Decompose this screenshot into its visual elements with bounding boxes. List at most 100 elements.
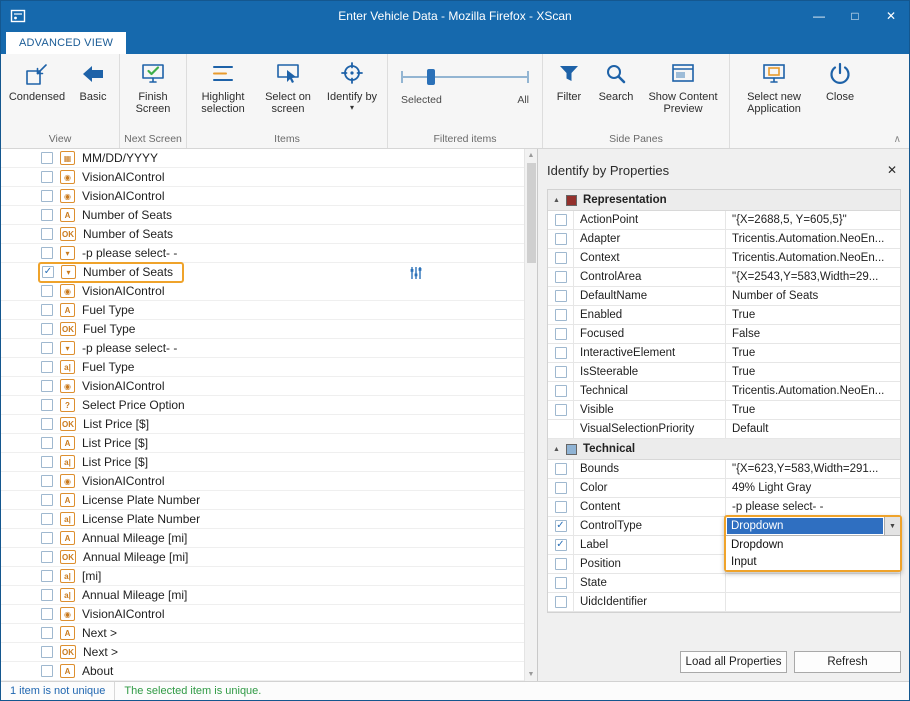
property-checkbox-checked[interactable] bbox=[555, 539, 567, 551]
basic-button[interactable]: Basic bbox=[70, 56, 116, 106]
property-row[interactable]: VisibleTrue bbox=[548, 401, 900, 420]
refresh-button[interactable]: Refresh bbox=[794, 651, 901, 673]
checkbox[interactable] bbox=[41, 152, 53, 164]
checkbox[interactable] bbox=[41, 475, 53, 487]
checkbox[interactable] bbox=[41, 456, 53, 468]
checkbox[interactable] bbox=[41, 532, 53, 544]
select-new-application-button[interactable]: Select new Application bbox=[733, 56, 815, 118]
property-row[interactable]: UidcIdentifier bbox=[548, 593, 900, 612]
tree-row-selected[interactable]: ▾Number of Seats bbox=[1, 263, 524, 282]
tree-row[interactable]: ◉VisionAIControl bbox=[1, 377, 524, 396]
property-row[interactable]: FocusedFalse bbox=[548, 325, 900, 344]
tree-row[interactable]: OKAnnual Mileage [mi] bbox=[1, 548, 524, 567]
property-row[interactable]: ContextTricentis.Automation.NeoEn... bbox=[548, 249, 900, 268]
property-checkbox[interactable] bbox=[555, 290, 567, 302]
close-button[interactable]: ✕ bbox=[873, 1, 909, 31]
close-xscan-button[interactable]: Close bbox=[815, 56, 865, 106]
collapse-ribbon-chevron[interactable]: ∧ bbox=[894, 134, 901, 145]
minimize-button[interactable]: — bbox=[801, 1, 837, 31]
tree-row[interactable]: ◉VisionAIControl bbox=[1, 472, 524, 491]
property-row[interactable]: InteractiveElementTrue bbox=[548, 344, 900, 363]
property-checkbox[interactable] bbox=[555, 252, 567, 264]
tree-row[interactable]: AAnnual Mileage [mi] bbox=[1, 529, 524, 548]
search-button[interactable]: Search bbox=[592, 56, 640, 106]
property-checkbox[interactable] bbox=[555, 501, 567, 513]
tree-row[interactable]: ▾-p please select- - bbox=[1, 244, 524, 263]
tree-row[interactable]: ◉VisionAIControl bbox=[1, 605, 524, 624]
tree-row[interactable]: AFuel Type bbox=[1, 301, 524, 320]
checkbox[interactable] bbox=[41, 247, 53, 259]
checkbox[interactable] bbox=[41, 418, 53, 430]
property-checkbox[interactable] bbox=[555, 482, 567, 494]
condensed-button[interactable]: Condensed bbox=[4, 56, 70, 106]
checkbox[interactable] bbox=[41, 209, 53, 221]
tree-row[interactable]: OKFuel Type bbox=[1, 320, 524, 339]
checkbox[interactable] bbox=[41, 627, 53, 639]
checkbox[interactable] bbox=[41, 361, 53, 373]
tree-row[interactable]: OKNext > bbox=[1, 643, 524, 662]
property-row[interactable]: EnabledTrue bbox=[548, 306, 900, 325]
maximize-button[interactable]: □ bbox=[837, 1, 873, 31]
dropdown-option[interactable]: Input bbox=[726, 553, 900, 570]
dropdown-option[interactable]: Dropdown bbox=[726, 536, 900, 553]
property-checkbox[interactable] bbox=[555, 385, 567, 397]
tree-row[interactable]: AList Price [$] bbox=[1, 434, 524, 453]
tree-row[interactable]: a|[mi] bbox=[1, 567, 524, 586]
checkbox[interactable] bbox=[41, 646, 53, 658]
tree-row[interactable]: ◉VisionAIControl bbox=[1, 282, 524, 301]
property-checkbox[interactable] bbox=[555, 309, 567, 321]
checkbox[interactable] bbox=[41, 380, 53, 392]
finish-screen-button[interactable]: Finish Screen bbox=[123, 56, 183, 118]
property-checkbox-checked[interactable] bbox=[555, 520, 567, 532]
tree-row[interactable]: ▦MM/DD/YYYY bbox=[1, 149, 524, 168]
tree-row[interactable]: ◉VisionAIControl bbox=[1, 168, 524, 187]
property-row[interactable]: State bbox=[548, 574, 900, 593]
checkbox[interactable] bbox=[41, 342, 53, 354]
tree-row[interactable]: ANumber of Seats bbox=[1, 206, 524, 225]
scroll-down-arrow[interactable] bbox=[525, 668, 537, 681]
checkbox[interactable] bbox=[41, 589, 53, 601]
checkbox[interactable] bbox=[41, 494, 53, 506]
show-content-preview-button[interactable]: Show Content Preview bbox=[640, 56, 726, 118]
tree-row[interactable]: a|Annual Mileage [mi] bbox=[1, 586, 524, 605]
select-on-screen-button[interactable]: Select on screen bbox=[256, 56, 320, 118]
property-row[interactable]: ControlArea"{X=2543,Y=583,Width=29... bbox=[548, 268, 900, 287]
property-checkbox[interactable] bbox=[555, 328, 567, 340]
checkbox[interactable] bbox=[41, 323, 53, 335]
property-checkbox[interactable] bbox=[555, 233, 567, 245]
tree-row[interactable]: ALicense Plate Number bbox=[1, 491, 524, 510]
checkbox[interactable] bbox=[41, 551, 53, 563]
property-row[interactable]: Color49% Light Gray bbox=[548, 479, 900, 498]
slider-handle[interactable] bbox=[427, 69, 435, 85]
tree-row[interactable]: ANext > bbox=[1, 624, 524, 643]
tree-row[interactable]: AAbout bbox=[1, 662, 524, 681]
filter-button[interactable]: Filter bbox=[546, 56, 592, 106]
checkbox[interactable] bbox=[41, 665, 53, 677]
property-row[interactable]: ActionPoint"{X=2688,5, Y=605,5}" bbox=[548, 211, 900, 230]
property-row[interactable]: Bounds"{X=623,Y=583,Width=291... bbox=[548, 460, 900, 479]
tree-row[interactable]: a|List Price [$] bbox=[1, 453, 524, 472]
property-checkbox[interactable] bbox=[555, 347, 567, 359]
tree-row[interactable]: a|Fuel Type bbox=[1, 358, 524, 377]
property-checkbox[interactable] bbox=[555, 577, 567, 589]
checkbox-checked[interactable] bbox=[42, 266, 54, 278]
property-row[interactable]: IsSteerableTrue bbox=[548, 363, 900, 382]
property-row[interactable]: VisualSelectionPriorityDefault bbox=[548, 420, 900, 439]
dropdown-selected-value[interactable]: Dropdown bbox=[727, 518, 883, 534]
property-checkbox[interactable] bbox=[555, 463, 567, 475]
tree-scrollbar[interactable] bbox=[524, 149, 537, 681]
filtered-items-slider[interactable] bbox=[401, 68, 529, 86]
property-checkbox[interactable] bbox=[555, 214, 567, 226]
checkbox[interactable] bbox=[41, 171, 53, 183]
property-row[interactable]: TechnicalTricentis.Automation.NeoEn... bbox=[548, 382, 900, 401]
tab-advanced-view[interactable]: ADVANCED VIEW bbox=[6, 32, 126, 54]
checkbox[interactable] bbox=[41, 304, 53, 316]
checkbox[interactable] bbox=[41, 399, 53, 411]
checkbox[interactable] bbox=[41, 190, 53, 202]
tree-row[interactable]: a|License Plate Number bbox=[1, 510, 524, 529]
dropdown-arrow-icon[interactable]: ▼ bbox=[884, 517, 900, 535]
panel-close-icon[interactable]: ✕ bbox=[883, 163, 901, 177]
property-checkbox[interactable] bbox=[555, 404, 567, 416]
tree-row[interactable]: ▾-p please select- - bbox=[1, 339, 524, 358]
tree-row[interactable]: ◉VisionAIControl bbox=[1, 187, 524, 206]
